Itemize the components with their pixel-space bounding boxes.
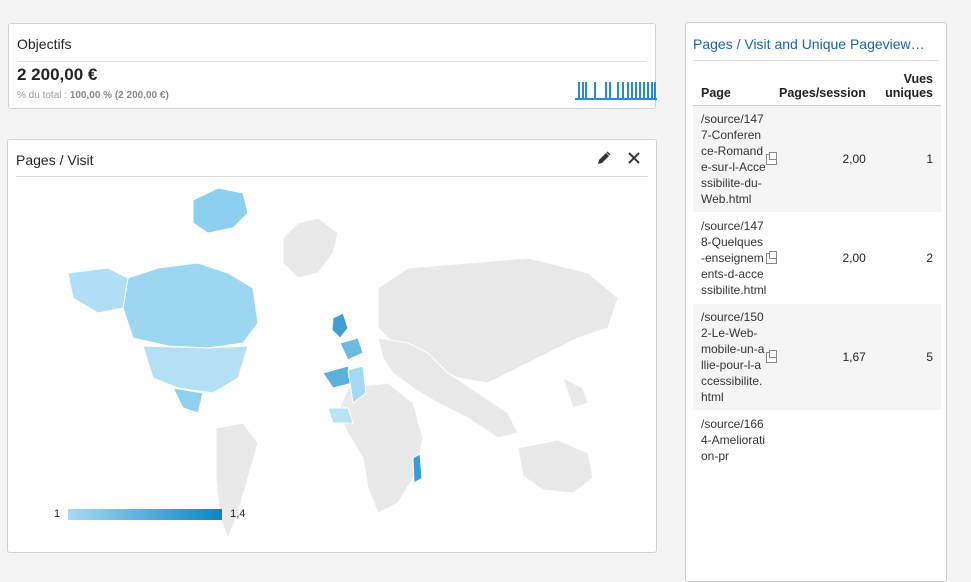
pencil-icon[interactable] — [596, 150, 612, 166]
legend-gradient — [68, 508, 223, 520]
map-tools — [596, 150, 642, 166]
australia — [517, 439, 594, 494]
map-title: Pages / Visit — [16, 152, 94, 168]
alaska — [67, 267, 129, 314]
world-map — [67, 187, 619, 538]
map-card: Pages / Visit 1 1,4 — [7, 139, 657, 553]
morocco — [322, 365, 354, 389]
divider — [16, 176, 648, 177]
legend-max: 1,4 — [230, 508, 246, 520]
col-unique: Vues uniques — [873, 70, 941, 106]
madagascar — [412, 453, 423, 484]
goals-subtitle-prefix: % du total : — [17, 90, 68, 101]
divider — [693, 60, 939, 61]
table-cell-unique — [873, 410, 941, 470]
table-row: /source/1664-Amelioration-pr — [693, 410, 941, 470]
external-link-icon[interactable] — [766, 152, 777, 165]
canada-north — [192, 187, 249, 234]
goals-value: 2 200,00 € — [17, 65, 98, 84]
data-table: Page Pages/session Vues uniques /source/… — [693, 70, 941, 470]
legend-min: 1 — [54, 508, 61, 520]
canada — [122, 262, 259, 349]
table-cell-pages-session: 2,00 — [771, 212, 874, 304]
goals-title: Objectifs — [17, 36, 72, 52]
table-cell-pages-session: 1,67 — [771, 303, 874, 411]
col-pages-session: Pages/session — [771, 70, 874, 106]
table-cell-pages-session — [771, 410, 874, 470]
map-legend: 1 1,4 — [54, 508, 245, 520]
table-header-row: Page Pages/session Vues uniques — [693, 70, 941, 106]
table-cell-unique: 1 — [873, 105, 941, 213]
japan — [562, 377, 589, 409]
table-cell-pages-session: 2,00 — [771, 105, 874, 213]
greenland — [282, 217, 339, 279]
usa — [142, 345, 249, 394]
south-america — [215, 422, 259, 538]
table-cell-page[interactable]: /source/1477-Conference-Romande-sur-l-Ac… — [693, 105, 777, 213]
external-link-icon[interactable] — [766, 251, 777, 264]
uk — [331, 312, 349, 339]
table-row: /source/1477-Conference-Romande-sur-l-Ac… — [693, 105, 941, 213]
table-row: /source/1478-Quelques-enseignements-d-ac… — [693, 212, 941, 304]
goals-card: Objectifs 2 200,00 € % du total : 100,00… — [8, 23, 657, 109]
table-cell-unique: 2 — [873, 212, 941, 304]
goals-sparkline — [575, 82, 657, 100]
table-cell-unique: 5 — [873, 303, 941, 411]
goals-subtitle: % du total : 100,00 % (2 200,00 €) — [17, 90, 169, 101]
table-row: /source/1502-Le-Web-mobile-un-allie-pour… — [693, 303, 941, 411]
table-card: Pages / Visit and Unique Pageview… Page … — [685, 22, 947, 582]
goals-subtitle-value: 100,00 % (2 200,00 €) — [69, 90, 169, 101]
africa — [337, 382, 424, 514]
close-icon[interactable] — [626, 150, 642, 166]
table-cell-page[interactable]: /source/1664-Amelioration-pr — [693, 410, 771, 470]
external-link-icon[interactable] — [766, 350, 777, 363]
mexico — [172, 387, 204, 414]
france — [339, 337, 364, 361]
table-title[interactable]: Pages / Visit and Unique Pageview… — [693, 36, 938, 52]
divider — [17, 61, 647, 62]
col-page: Page — [693, 70, 771, 106]
west-africa — [327, 407, 354, 424]
table-cell-page[interactable]: /source/1478-Quelques-enseignements-d-ac… — [693, 212, 777, 304]
table-cell-page[interactable]: /source/1502-Le-Web-mobile-un-allie-pour… — [693, 303, 777, 411]
